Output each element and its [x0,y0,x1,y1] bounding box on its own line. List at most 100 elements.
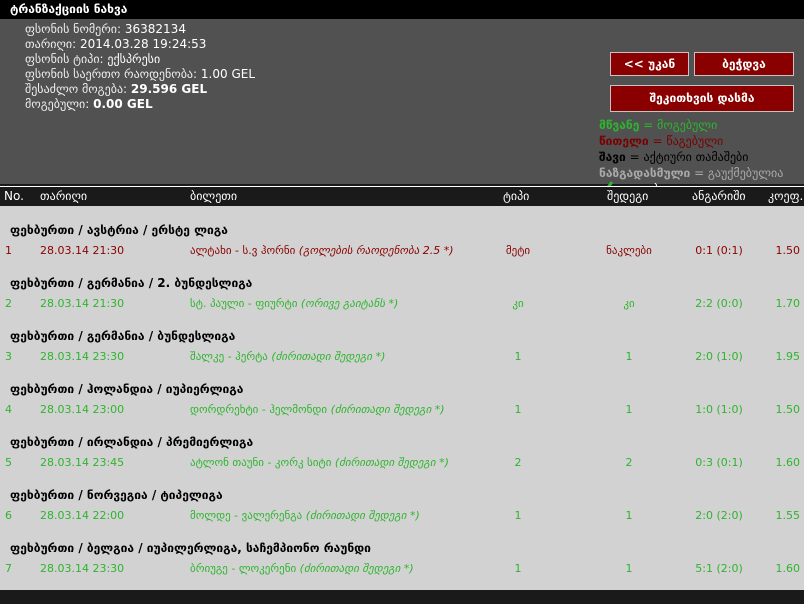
slip-type-row: ფსონის ტიპი: ექსპრესი [25,52,255,67]
slip-stake-label: ფსონის საერთო რაოდენობა: [25,67,198,81]
row-date: 28.03.14 23:45 [40,456,125,469]
slip-number-value: 36382134 [124,22,186,36]
col-date: თარიღი [40,189,88,203]
row-market-detail: (გოლების რაოდენობა 2.5 *) [298,244,454,257]
row-odds: 1.60 [775,456,801,469]
row-event-name: დორდრეხტი - ჰელმონდი [190,403,328,416]
ask-question-button[interactable]: შეკითხვის დასმა [610,85,794,112]
row-event-name: შალკე - ჰერტა [190,350,268,363]
league-heading: ფეხბურთი / გერმანია / 2. ბუნდესლიგა [10,276,253,290]
row-event: ალტახი - ს.ვ ჰორნი (გოლების რაოდენობა 2.… [190,244,454,257]
row-number: 1 [5,244,12,257]
row-market-detail: (ძირითადი შედეგი *) [305,509,420,522]
legend-win: მწვანე = მოგებული [599,117,783,133]
row-score: 2:0 (2:0) [695,509,743,522]
row-event: ატლონ თაუნი - კორკ სიტი (ძირითადი შედეგი… [190,456,449,469]
row-market-detail: (ძირითადი შედეგი *) [330,403,445,416]
status-legend: მწვანე = მოგებული წითელი = წაგებული შავი… [599,117,783,197]
row-event: სტ. პაული - ფიურტი (ორივე გაიტანს *) [190,297,398,310]
row-date: 28.03.14 23:30 [40,350,125,363]
legend-cancelled: ნაზგადასმული = გაუქმებულია [599,165,783,181]
slip-won-label: მოგებული: [25,97,90,111]
row-number: 3 [5,350,12,363]
row-market-detail: (ძირითადი შედეგი *) [334,456,449,469]
row-odds: 1.55 [775,509,801,522]
slip-date-label: თარიღი: [25,37,77,51]
row-type: 1 [514,509,522,522]
league-heading: ფეხბურთი / ირლანდია / პრემიერლიგა [10,435,254,449]
col-no: No. [4,189,24,203]
league-heading: ფეხბურთი / ჰოლანდია / იუპიერლიგა [10,382,244,396]
row-date: 28.03.14 22:00 [40,509,125,522]
window-title: ტრანზაქციის ნახვა [0,0,804,19]
row-result: 1 [625,562,633,575]
row-result: 1 [625,403,633,416]
footer-bar [0,590,804,604]
row-event-name: ალტახი - ს.ვ ჰორნი [190,244,296,257]
row-event: ბრიუგე - ლოკერენი (ძირითადი შედეგი *) [190,562,414,575]
row-number: 2 [5,297,12,310]
legend-cancelled-key: ნაზგადასმული [599,166,691,180]
row-date: 28.03.14 21:30 [40,297,125,310]
row-type: 1 [514,403,522,416]
row-odds: 1.50 [775,403,801,416]
row-type: 1 [514,562,522,575]
legend-loss-key: წითელი [599,134,649,148]
row-score: 0:3 (0:1) [695,456,743,469]
row-type: კი [512,297,524,310]
league-heading: ფეხბურთი / ნორვეგია / ტიპელიგა [10,488,223,502]
league-heading: ფეხბურთი / ავსტრია / ერსტე ლიგა [10,223,228,237]
row-event: დორდრეხტი - ჰელმონდი (ძირითადი შედეგი *) [190,403,445,416]
legend-cancelled-text: = გაუქმებულია [694,166,784,180]
slip-type-label: ფსონის ტიპი: [25,52,104,66]
row-market-detail: (ძირითადი შედეგი *) [271,350,386,363]
league-heading: ფეხბურთი / ბელგია / იუპილერლიგა, საჩემპი… [10,541,371,555]
row-date: 28.03.14 23:00 [40,403,125,416]
legend-loss-text: = წაგებული [652,134,724,148]
row-result: 2 [625,456,633,469]
row-result: კი [623,297,635,310]
legend-win-text: = მოგებული [643,118,718,132]
row-result: 1 [625,350,633,363]
slip-possible-win-row: შესაძლო მოგება: 29.596 GEL [25,82,255,97]
row-number: 4 [5,403,12,416]
slip-date-row: თარიღი: 2014.03.28 19:24:53 [25,37,255,52]
row-odds: 1.95 [775,350,801,363]
print-button[interactable]: ბეჭდვა [694,52,794,76]
row-result: 1 [625,509,633,522]
legend-active-key: შავი [599,150,626,164]
row-score: 5:1 (2:0) [695,562,743,575]
col-result: შედეგი [607,189,649,203]
bets-table: ფეხბურთი / ავსტრია / ერსტე ლიგა 1 28.03.14… [0,206,804,590]
league-heading: ფეხბურთი / გერმანია / ბუნდესლიგა [10,329,236,343]
slip-won-value: 0.00 GEL [93,97,153,111]
slip-won-row: მოგებული: 0.00 GEL [25,97,255,112]
row-type: 2 [514,456,522,469]
col-odds: კოეფ. [768,189,804,203]
row-score: 1:0 (1:0) [695,403,743,416]
slip-date-value: 2014.03.28 19:24:53 [79,37,207,51]
row-number: 5 [5,456,12,469]
row-odds: 1.50 [775,244,801,257]
row-market-detail: (ორივე გაიტანს *) [300,297,399,310]
col-bet: ბილეთი [190,189,238,203]
row-event-name: ატლონ თაუნი - კორკ სიტი [190,456,332,469]
slip-type-value: ექსპრესი [107,52,161,66]
slip-possible-win-label: შესაძლო მოგება: [25,82,128,96]
legend-loss: წითელი = წაგებული [599,133,783,149]
legend-active-text: = აქტიური თამაშები [629,150,749,164]
row-score: 2:0 (1:0) [695,350,743,363]
slip-stake-row: ფსონის საერთო რაოდენობა: 1.00 GEL [25,67,255,82]
table-header: No. თარიღი ბილეთი ტიპი შედეგი ანგარიში კ… [0,186,804,205]
row-number: 7 [5,562,12,575]
row-date: 28.03.14 23:30 [40,562,125,575]
slip-summary-panel: ფსონის ნომერი: 36382134 თარიღი: 2014.03.… [0,19,804,196]
slip-info: ფსონის ნომერი: 36382134 თარიღი: 2014.03.… [25,22,255,112]
row-score: 2:2 (0:0) [695,297,743,310]
row-event-name: სტ. პაული - ფიურტი [190,297,298,310]
legend-active: შავი = აქტიური თამაშები [599,149,783,165]
back-button[interactable]: << უკან [610,52,689,76]
row-event-name: ბრიუგე - ლოკერენი [190,562,297,575]
slip-possible-win-value: 29.596 GEL [130,82,208,96]
row-score: 0:1 (0:1) [695,244,743,257]
